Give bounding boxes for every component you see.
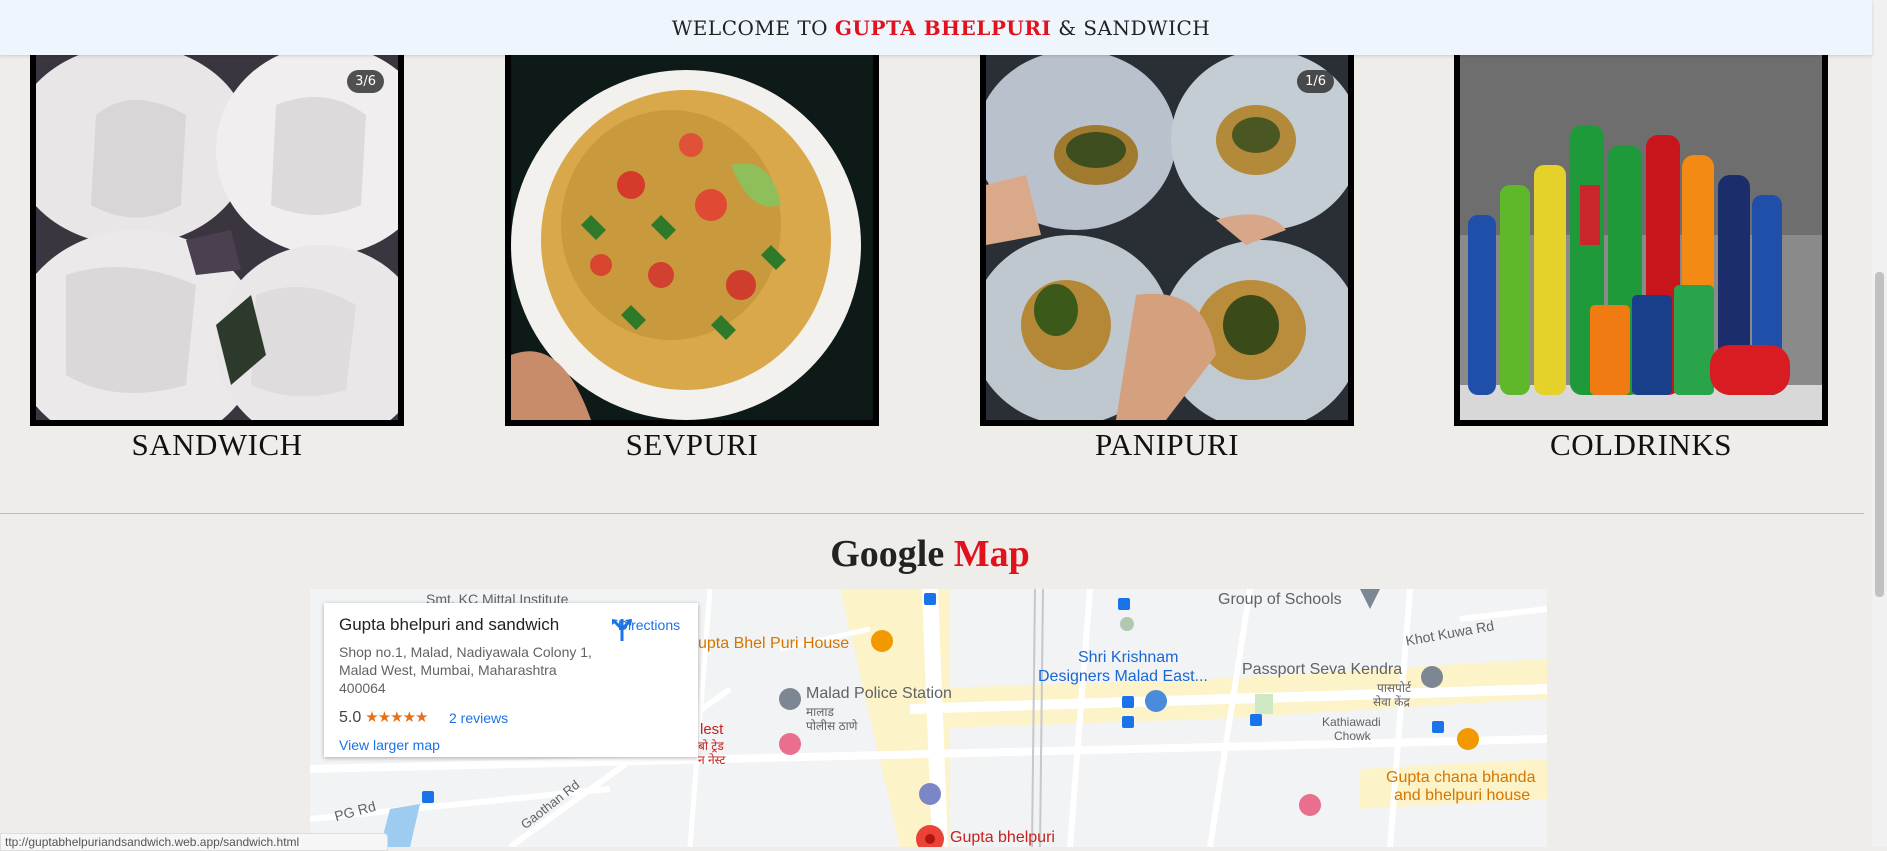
food-gallery: 3/6 SANDWICH SEVPURI 1/6 PANIPURI COLDRI… [0, 55, 1872, 475]
panipuri-image: 1/6 [986, 55, 1348, 420]
scrollbar-thumb[interactable] [1875, 272, 1884, 597]
section-divider [0, 513, 1864, 514]
brand-name: GUPTA BHELPURI [834, 15, 1052, 40]
map-label-passport-hi2: सेवा केंद्र [1373, 695, 1410, 709]
gallery-label-coldrinks[interactable]: COLDRINKS [1454, 427, 1828, 463]
map-label-police-hi2: पोलीस ठाणे [806, 719, 858, 733]
map-label-chowk: Chowk [1334, 729, 1371, 743]
map-label-lest-hi2: न नेस्ट [698, 753, 726, 767]
gallery-card-sandwich[interactable]: 3/6 [30, 55, 404, 426]
map-label-designers: Designers Malad East... [1038, 668, 1208, 685]
map-label-chana-bhanda: Gupta chana bhanda [1386, 769, 1536, 786]
status-bar-url: ttp://guptabhelpuriandsandwich.web.app/s… [0, 833, 388, 851]
google-map-embed[interactable]: Group of Schools Khot Kuwa Rd upta Bhel … [310, 589, 1547, 847]
slide-counter-badge: 3/6 [347, 70, 384, 93]
site-header: WELCOME TO GUPTA BHELPURI & SANDWICH [0, 0, 1872, 55]
map-label-kathiawadi: Kathiawadi [1322, 715, 1381, 729]
gallery-label-sevpuri[interactable]: SEVPURI [505, 427, 879, 463]
heading-map: Map [953, 533, 1030, 575]
view-larger-map-link[interactable]: View larger map [339, 737, 440, 753]
place-info-card: Gupta bhelpuri and sandwich Shop no.1, M… [324, 603, 698, 757]
map-label-bhel-puri-house: upta Bhel Puri House [698, 635, 850, 652]
map-label-shri-krishnam: Shri Krishnam [1078, 649, 1179, 666]
directions-icon [612, 618, 633, 641]
welcome-suffix: & SANDWICH [1058, 15, 1211, 40]
rating-stars: ★★★★★ [365, 709, 428, 726]
coldrinks-image [1460, 55, 1822, 420]
gallery-label-sandwich[interactable]: SANDWICH [30, 427, 404, 463]
place-name: Gupta bhelpuri and sandwich [339, 615, 560, 634]
sevpuri-image [511, 55, 873, 420]
gallery-card-panipuri[interactable]: 1/6 [980, 55, 1354, 426]
map-label-group-schools: Group of Schools [1218, 591, 1342, 608]
map-label-police: Malad Police Station [806, 685, 952, 702]
gallery-card-coldrinks[interactable] [1454, 55, 1828, 426]
welcome-title: WELCOME TO GUPTA BHELPURI & SANDWICH [672, 16, 1210, 40]
directions-button[interactable]: Directions [609, 617, 689, 641]
rating-value: 5.0 [339, 709, 362, 726]
map-label-gupta-pin: Gupta bhelpuri [950, 829, 1055, 846]
slide-counter-badge: 1/6 [1297, 70, 1334, 93]
gallery-card-sevpuri[interactable] [505, 55, 879, 426]
heading-google: Google [830, 533, 945, 575]
map-label-lest: lest [700, 721, 724, 738]
welcome-prefix: WELCOME TO [671, 15, 829, 40]
map-label-chana-bhanda-2: and bhelpuri house [1394, 787, 1531, 804]
gallery-label-panipuri[interactable]: PANIPURI [980, 427, 1354, 463]
map-section-heading: Google Map [0, 532, 1860, 576]
reviews-link[interactable]: 2 reviews [449, 710, 508, 726]
sandwich-image: 3/6 [36, 55, 398, 420]
page-scrollbar[interactable] [1872, 0, 1887, 847]
place-address: Shop no.1, Malad, Nadiyawala Colony 1, M… [339, 644, 592, 696]
place-rating: 5.0 ★★★★★ [339, 708, 434, 727]
map-label-passport-seva: Passport Seva Kendra [1242, 661, 1403, 678]
